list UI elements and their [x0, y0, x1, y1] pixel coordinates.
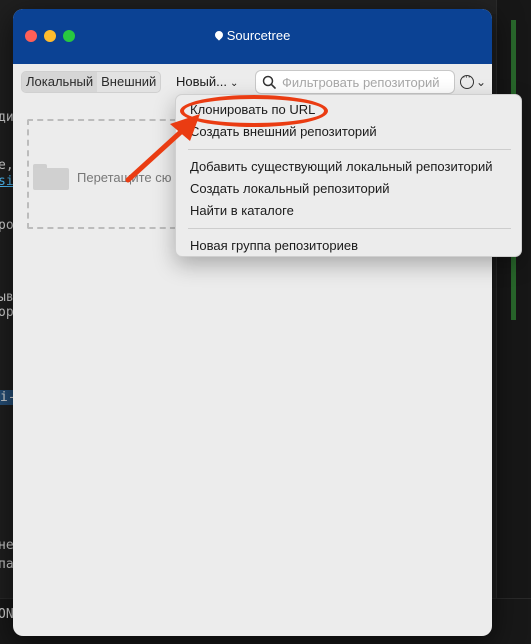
tab-local[interactable]: Локальный	[22, 72, 98, 92]
title-bar[interactable]: Sourcetree	[13, 9, 492, 64]
repo-scope-tabs: Локальный Внешний	[21, 71, 162, 93]
menu-item-create-remote-repo[interactable]: Создать внешний репозиторий	[176, 121, 521, 143]
menu-item-new-repo-group[interactable]: Новая группа репозиториев	[176, 235, 521, 257]
drop-zone-text: Перетащите сю	[77, 170, 172, 185]
menu-item-scan-directory[interactable]: Найти в каталоге	[176, 200, 521, 222]
editor-text-fragment: ро	[0, 218, 14, 233]
chevron-down-icon: ⌄	[229, 78, 239, 89]
menu-item-add-existing-local-repo[interactable]: Добавить существующий локальный репозито…	[176, 156, 521, 178]
editor-text-fragment: ыв	[0, 290, 14, 305]
status-text-fragment: ON	[0, 607, 14, 622]
menu-divider	[188, 149, 511, 150]
menu-item-clone-from-url[interactable]: Клонировать по URL	[176, 99, 521, 121]
editor-text-fragment: е,	[0, 158, 14, 173]
ellipsis-circle-icon	[460, 71, 474, 89]
new-repo-dropdown-menu: Клонировать по URL Создать внешний репоз…	[175, 94, 522, 257]
toolbar: Локальный Внешний Новый...⌄ ⌄	[13, 69, 492, 95]
more-options-button[interactable]: ⌄	[460, 71, 487, 91]
editor-text-fragment: па	[0, 557, 14, 572]
chevron-down-icon: ⌄	[476, 75, 487, 89]
search-field[interactable]	[255, 70, 455, 94]
editor-text-fragment: не	[0, 538, 14, 553]
menu-item-create-local-repo[interactable]: Создать локальный репозиторий	[176, 178, 521, 200]
editor-text-fragment: ор	[0, 305, 14, 320]
new-repo-button[interactable]: Новый... ⌄	[176, 71, 238, 93]
folder-icon	[33, 164, 69, 192]
search-icon	[262, 75, 276, 89]
new-repo-button-label: Новый...	[176, 74, 227, 89]
search-input[interactable]	[282, 73, 450, 91]
tab-remote[interactable]: Внешний	[97, 72, 160, 92]
editor-text-fragment: si	[0, 174, 14, 189]
menu-divider	[188, 228, 511, 229]
window-title-text: Sourcetree	[226, 28, 291, 43]
editor-text-fragment: ди	[0, 110, 14, 125]
location-pin-icon	[213, 29, 225, 41]
window-title: Sourcetree	[13, 28, 492, 43]
